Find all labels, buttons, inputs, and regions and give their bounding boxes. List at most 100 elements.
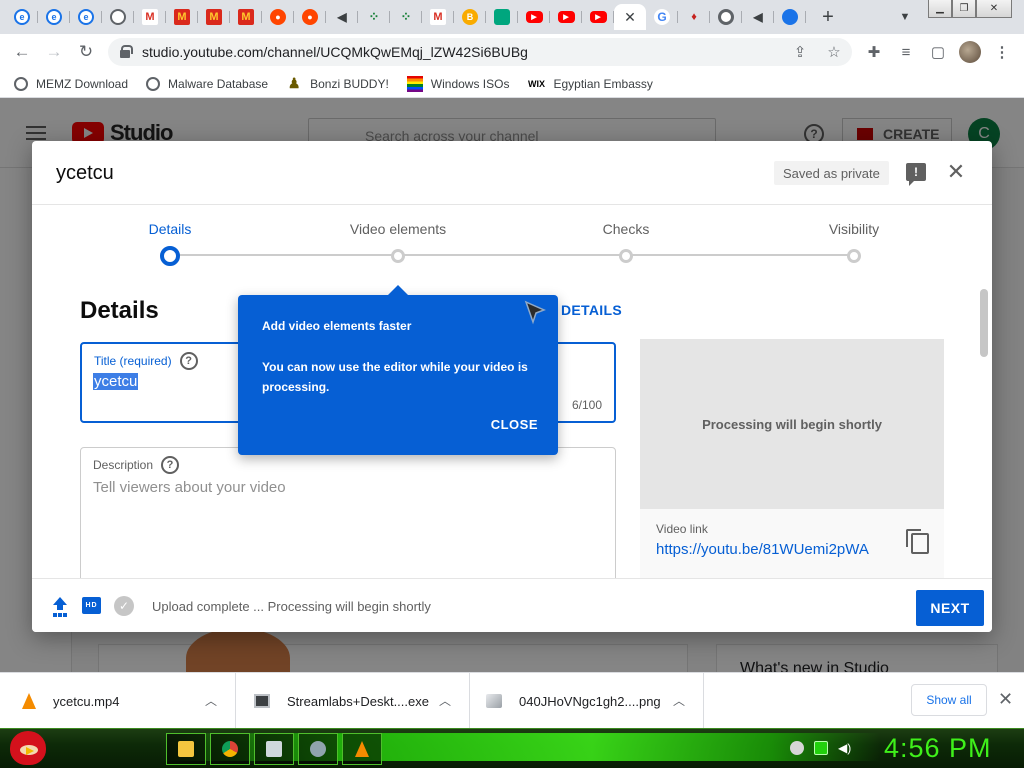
- tab-search-button[interactable]: ▼: [894, 6, 916, 28]
- more-menu-icon[interactable]: ⋮: [992, 42, 1012, 62]
- browser-tab[interactable]: M: [422, 4, 454, 30]
- browser-tab[interactable]: M: [230, 4, 262, 30]
- network-icon[interactable]: [790, 741, 804, 755]
- feedback-icon[interactable]: !: [906, 163, 926, 186]
- bookmarks-bar: MEMZ Download Malware Database ♟ Bonzi BU…: [0, 70, 1024, 98]
- show-all-button[interactable]: Show all: [911, 684, 987, 716]
- bookmark-item[interactable]: Malware Database: [146, 76, 268, 91]
- reuse-details-link[interactable]: DETAILS: [561, 302, 622, 318]
- pin-icon: ♦: [691, 11, 697, 23]
- browser-tab[interactable]: e: [38, 4, 70, 30]
- check-icon[interactable]: ✓: [114, 596, 134, 616]
- download-item[interactable]: 040JHoVNgc1gh2....png ︿: [470, 673, 704, 729]
- address-bar[interactable]: studio.youtube.com/channel/UCQMkQwEMqj_l…: [108, 38, 852, 66]
- download-item[interactable]: Streamlabs+Deskt....exe ︿: [236, 673, 470, 729]
- bookmark-item[interactable]: Windows ISOs: [406, 75, 509, 92]
- star-icon[interactable]: ☆: [824, 42, 844, 62]
- image-file-icon: [486, 694, 502, 708]
- taskbar-app[interactable]: [166, 733, 206, 765]
- youtube-icon: ▶: [525, 11, 543, 23]
- chevron-up-icon[interactable]: ︿: [439, 692, 451, 709]
- saved-status-badge: Saved as private: [774, 161, 889, 185]
- gmail-icon: M: [142, 9, 158, 25]
- taskbar-app[interactable]: [342, 733, 382, 765]
- extensions-icon[interactable]: ✚: [864, 42, 884, 62]
- browser-tab[interactable]: ⁘: [358, 4, 390, 30]
- taskbar-app[interactable]: [210, 733, 250, 765]
- tooltip-close-button[interactable]: CLOSE: [491, 417, 538, 432]
- grid-icon: ⁘: [400, 9, 412, 24]
- browser-tab[interactable]: ◀: [326, 4, 358, 30]
- share-icon[interactable]: ⇪: [790, 42, 810, 62]
- bookmark-item[interactable]: MEMZ Download: [14, 76, 128, 91]
- battery-icon[interactable]: [814, 741, 828, 755]
- browser-tab[interactable]: [102, 4, 134, 30]
- browser-tab[interactable]: ▶: [582, 4, 614, 30]
- restore-button[interactable]: ❐: [952, 0, 976, 18]
- media-control-icon[interactable]: ≡: [896, 42, 916, 62]
- profile-avatar[interactable]: [959, 41, 981, 63]
- lock-icon: [120, 45, 133, 58]
- upload-status-text: Upload complete ... Processing will begi…: [152, 599, 431, 614]
- browser-tab[interactable]: ●: [262, 4, 294, 30]
- download-item[interactable]: ycetcu.mp4 ︿: [0, 673, 236, 729]
- ie-icon: e: [14, 9, 30, 25]
- globe-icon: [146, 76, 161, 91]
- side-panel-icon[interactable]: ▢: [928, 42, 948, 62]
- browser-tab[interactable]: ◀: [742, 4, 774, 30]
- bookmark-item[interactable]: ♟ Bonzi BUDDY!: [286, 75, 389, 92]
- start-button[interactable]: [10, 731, 46, 765]
- close-icon[interactable]: ✕: [998, 689, 1013, 710]
- video-link[interactable]: https://youtu.be/81WUemi2pWA: [656, 541, 869, 558]
- chevron-up-icon[interactable]: ︿: [673, 692, 685, 709]
- grid-icon: ⁘: [368, 9, 380, 24]
- url-text[interactable]: studio.youtube.com/channel/UCQMkQwEMqj_l…: [142, 44, 528, 60]
- description-input[interactable]: Tell viewers about your video: [93, 479, 286, 496]
- bookmark-item[interactable]: WIX Egyptian Embassy: [527, 76, 653, 92]
- chevron-up-icon[interactable]: ︿: [205, 692, 217, 709]
- forward-button[interactable]: →: [42, 40, 66, 64]
- description-field[interactable]: Description? Tell viewers about your vid…: [80, 447, 616, 578]
- browser-tab[interactable]: B: [454, 4, 486, 30]
- close-icon[interactable]: ✕: [944, 159, 968, 184]
- browser-tab[interactable]: [710, 4, 742, 30]
- minimize-button[interactable]: ▁: [928, 0, 952, 18]
- back-button[interactable]: ←: [10, 40, 34, 64]
- taskbar-app[interactable]: [254, 733, 294, 765]
- window-close-button[interactable]: ✕: [976, 0, 1012, 18]
- browser-tab[interactable]: M: [134, 4, 166, 30]
- upload-icon[interactable]: [52, 597, 68, 615]
- taskbar-app[interactable]: [298, 733, 338, 765]
- browser-tab[interactable]: [774, 4, 806, 30]
- bot-icon: [494, 9, 510, 25]
- browser-tab[interactable]: G: [646, 4, 678, 30]
- tab-list: e e e M M M M ● ● ◀ ⁘ ⁘ M B ▶ ▶ ▶ ✕ G ♦ …: [6, 4, 806, 30]
- globe-icon: [14, 76, 28, 91]
- reload-button[interactable]: ↻: [74, 40, 98, 64]
- browser-tab[interactable]: M: [198, 4, 230, 30]
- copy-icon[interactable]: [906, 529, 929, 554]
- volume-icon[interactable]: ◀): [838, 741, 854, 755]
- next-button[interactable]: NEXT: [916, 590, 984, 626]
- browser-tab[interactable]: M: [166, 4, 198, 30]
- browser-tab[interactable]: e: [70, 4, 102, 30]
- bonzi-icon: B: [462, 9, 478, 25]
- help-icon[interactable]: ?: [179, 352, 198, 370]
- scrollbar[interactable]: [980, 289, 988, 357]
- close-icon[interactable]: ✕: [624, 9, 636, 26]
- browser-tab[interactable]: ♦: [678, 4, 710, 30]
- browser-tab[interactable]: ▶: [550, 4, 582, 30]
- taskbar-clock[interactable]: 4:56 PM: [884, 733, 992, 764]
- help-icon[interactable]: ?: [161, 456, 180, 474]
- active-tab[interactable]: ✕: [614, 4, 646, 30]
- browser-tab[interactable]: e: [6, 4, 38, 30]
- window-controls: ▁ ❐ ✕: [928, 0, 1012, 18]
- browser-tab[interactable]: [486, 4, 518, 30]
- notes-icon: [266, 741, 282, 757]
- browser-tab[interactable]: ●: [294, 4, 326, 30]
- browser-tab[interactable]: ▶: [518, 4, 550, 30]
- new-tab-button[interactable]: +: [816, 5, 840, 29]
- hd-icon[interactable]: HD: [82, 597, 101, 614]
- browser-tab[interactable]: ⁘: [390, 4, 422, 30]
- title-input[interactable]: ycetcu: [93, 373, 139, 390]
